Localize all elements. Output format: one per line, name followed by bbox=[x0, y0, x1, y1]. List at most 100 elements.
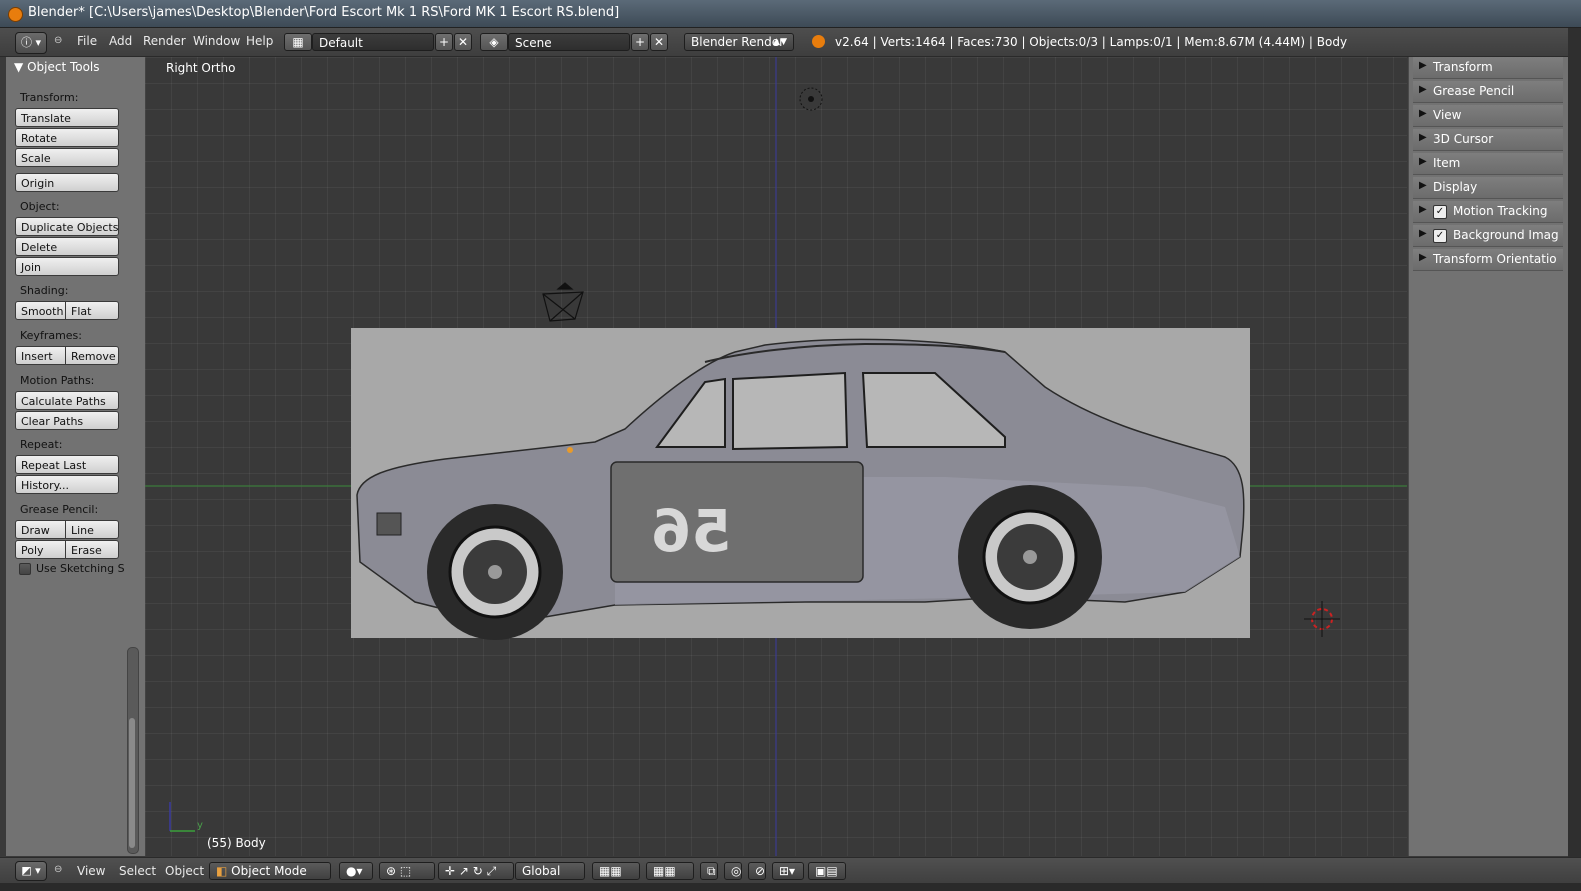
collapse-triangle-icon: ▼ bbox=[14, 60, 24, 74]
menu-view[interactable]: View bbox=[77, 864, 105, 878]
motion-tracking-checkbox[interactable]: ✓ bbox=[1433, 205, 1447, 219]
info-icon: ⓘ ▾ bbox=[20, 36, 42, 49]
smooth-button[interactable]: Smooth bbox=[15, 301, 66, 320]
insert-keyframe-button[interactable]: Insert bbox=[15, 346, 66, 365]
delete-screen-icon[interactable]: ✕ bbox=[454, 33, 472, 51]
calculate-paths-button[interactable]: Calculate Paths bbox=[15, 391, 119, 410]
manipulator-buttons[interactable]: ✛ ↗ ↻ ⤢ bbox=[438, 862, 514, 880]
menu-window[interactable]: Window bbox=[193, 34, 240, 48]
flat-button[interactable]: Flat bbox=[66, 301, 119, 320]
front-wheel bbox=[427, 504, 563, 640]
join-button[interactable]: Join bbox=[15, 257, 119, 276]
panel-3d-cursor[interactable]: ▶ 3D Cursor bbox=[1413, 129, 1563, 151]
render-engine-dropdown[interactable]: Blender Render ▲▼ bbox=[684, 33, 794, 51]
rotate-button[interactable]: Rotate bbox=[15, 128, 119, 147]
editor-type-3d-view-button[interactable]: ◩ ▾ bbox=[15, 861, 47, 881]
panel-motion-tracking[interactable]: ▶ ✓ Motion Tracking bbox=[1413, 201, 1563, 223]
lamp-object bbox=[799, 87, 823, 111]
panel-background-images[interactable]: ▶ ✓ Background Imag bbox=[1413, 225, 1563, 247]
use-sketching-label: Use Sketching S bbox=[36, 562, 125, 575]
object-label: Object: bbox=[20, 200, 60, 213]
panel-display-label: Display bbox=[1433, 180, 1478, 194]
expand-triangle-icon: ▶ bbox=[1419, 108, 1427, 119]
scene-icon[interactable]: ◈ bbox=[480, 33, 508, 51]
axis-y-label: y bbox=[197, 820, 203, 831]
panel-grease-pencil[interactable]: ▶ Grease Pencil bbox=[1413, 81, 1563, 103]
mode-dropdown[interactable]: ◧ Object Mode bbox=[209, 862, 331, 880]
tool-shelf-scroll-thumb[interactable] bbox=[129, 718, 135, 848]
properties-region: ▶ Transform ▶ Grease Pencil ▶ View ▶ 3D … bbox=[1408, 57, 1569, 856]
camera-object bbox=[542, 282, 584, 322]
lock-layers-icon[interactable]: ⧉ bbox=[700, 862, 718, 880]
viewport-shading-dropdown[interactable]: ●▾ bbox=[339, 862, 373, 880]
active-object-info: (55) Body bbox=[207, 836, 266, 850]
expand-triangle-icon: ▶ bbox=[1419, 84, 1427, 95]
panel-view-label: View bbox=[1433, 108, 1462, 122]
mode-label: Object Mode bbox=[231, 864, 307, 878]
screen-layout-icon[interactable]: ▦ bbox=[284, 33, 312, 51]
render-preview-icons[interactable]: ▣▤ bbox=[808, 862, 846, 880]
window-title-bar: Blender* [C:\Users\james\Desktop\Blender… bbox=[0, 0, 1581, 28]
clear-paths-button[interactable]: Clear Paths bbox=[15, 411, 119, 430]
snap-toggle-icon[interactable]: ⊘ bbox=[748, 862, 766, 880]
menu-help[interactable]: Help bbox=[246, 34, 273, 48]
collapse-menu-icon[interactable]: ⊖ bbox=[54, 864, 62, 875]
panel-item-label: Item bbox=[1433, 156, 1461, 170]
window-right-edge bbox=[1568, 28, 1581, 891]
pivot-point-dropdown[interactable]: ⊛ ⬚ bbox=[379, 862, 435, 880]
background-images-checkbox[interactable]: ✓ bbox=[1433, 229, 1447, 243]
car-headlight bbox=[376, 512, 402, 536]
panel-3d-cursor-label: 3D Cursor bbox=[1433, 132, 1494, 146]
layer-buttons-group-1[interactable]: ▦▦ bbox=[592, 862, 640, 880]
car-door-window bbox=[732, 371, 849, 451]
object-mode-icon: ◧ bbox=[216, 864, 228, 878]
panel-transform-label: Transform bbox=[1433, 60, 1493, 74]
gp-poly-button[interactable]: Poly bbox=[15, 540, 66, 559]
blender-logo-icon bbox=[8, 7, 23, 22]
menu-object[interactable]: Object bbox=[165, 864, 204, 878]
scene-field[interactable]: Scene bbox=[508, 33, 630, 51]
object-tools-header[interactable]: ▼ Object Tools bbox=[14, 60, 100, 74]
menu-select[interactable]: Select bbox=[119, 864, 156, 878]
screen-layout-field[interactable]: Default bbox=[312, 33, 434, 51]
gp-erase-button[interactable]: Erase bbox=[66, 540, 119, 559]
repeat-last-button[interactable]: Repeat Last bbox=[15, 455, 119, 474]
repeat-label: Repeat: bbox=[20, 438, 63, 451]
panel-display[interactable]: ▶ Display bbox=[1413, 177, 1563, 199]
gp-line-button[interactable]: Line bbox=[66, 520, 119, 539]
translate-button[interactable]: Translate bbox=[15, 108, 119, 127]
gp-draw-button[interactable]: Draw bbox=[15, 520, 66, 539]
rear-wheel bbox=[958, 485, 1102, 629]
transform-orientation-dropdown[interactable]: Global bbox=[515, 862, 585, 880]
add-screen-icon[interactable]: + bbox=[435, 33, 453, 51]
viewport-canvas bbox=[145, 57, 1407, 856]
layer-buttons-group-2[interactable]: ▦▦ bbox=[646, 862, 694, 880]
manipulator-icons: ✛ ↗ ↻ ⤢ bbox=[445, 864, 497, 878]
remove-keyframe-button[interactable]: Remove bbox=[66, 346, 119, 365]
menu-file[interactable]: File bbox=[77, 34, 97, 48]
proportional-edit-icon[interactable]: ◎ bbox=[724, 862, 742, 880]
delete-button[interactable]: Delete bbox=[15, 237, 119, 256]
scene-stats: v2.64 | Verts:1464 | Faces:730 | Objects… bbox=[835, 35, 1348, 49]
panel-view[interactable]: ▶ View bbox=[1413, 105, 1563, 127]
delete-scene-icon[interactable]: ✕ bbox=[650, 33, 668, 51]
snap-element-dropdown[interactable]: ⊞▾ bbox=[772, 862, 804, 880]
add-scene-icon[interactable]: + bbox=[631, 33, 649, 51]
tool-shelf-scrollbar[interactable] bbox=[127, 647, 139, 854]
collapse-menu-icon[interactable]: ⊖ bbox=[54, 35, 62, 46]
viewport-header: ◩ ▾ ⊖ View Select Object ◧ Object Mode ●… bbox=[0, 857, 1581, 884]
duplicate-objects-button[interactable]: Duplicate Objects bbox=[15, 217, 119, 236]
3d-viewport[interactable]: Right Ortho 56 y (55) Body bbox=[145, 57, 1407, 856]
car-number: 56 bbox=[651, 497, 732, 565]
scale-button[interactable]: Scale bbox=[15, 148, 119, 167]
menu-render[interactable]: Render bbox=[143, 34, 186, 48]
origin-button[interactable]: Origin bbox=[15, 173, 119, 192]
panel-transform-orientations[interactable]: ▶ Transform Orientatio bbox=[1413, 249, 1563, 271]
panel-transform[interactable]: ▶ Transform bbox=[1413, 57, 1563, 79]
panel-item[interactable]: ▶ Item bbox=[1413, 153, 1563, 175]
history-button[interactable]: History... bbox=[15, 475, 119, 494]
info-header: ⓘ ▾ ⊖ File Add Render Window Help ▦ Defa… bbox=[0, 28, 1581, 57]
menu-add[interactable]: Add bbox=[109, 34, 132, 48]
editor-type-info-button[interactable]: ⓘ ▾ bbox=[15, 32, 47, 54]
use-sketching-checkbox[interactable] bbox=[19, 563, 31, 575]
